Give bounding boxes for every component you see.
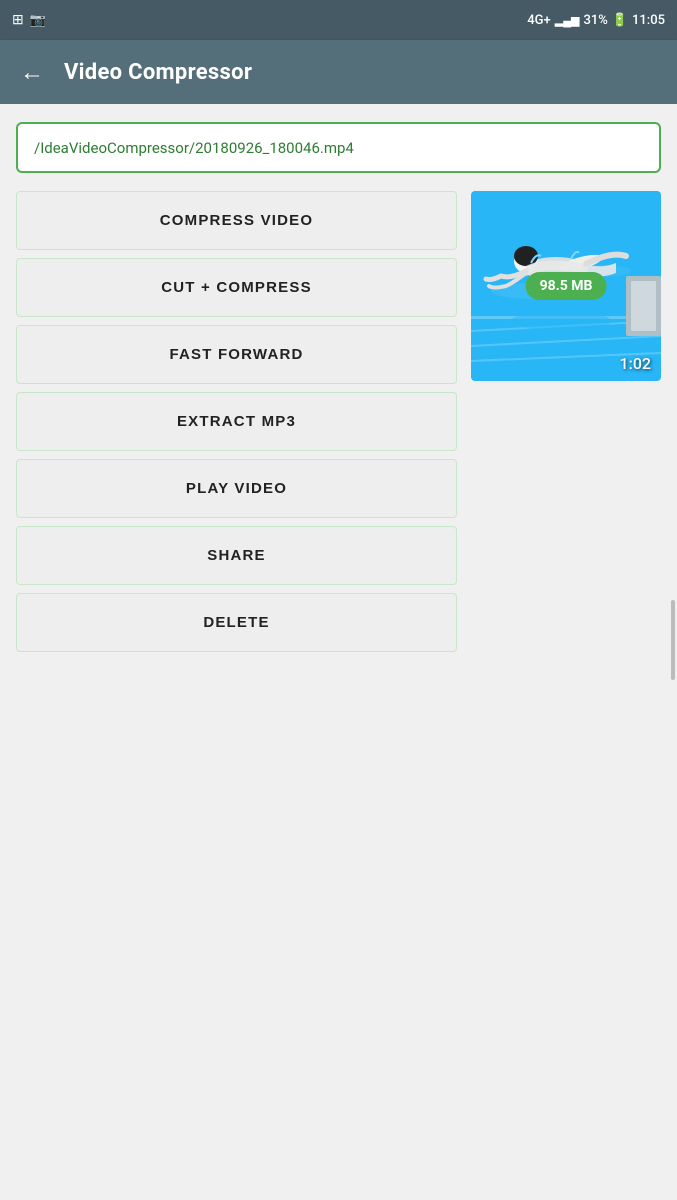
video-duration: 1:02 — [620, 354, 652, 373]
delete-button[interactable]: DELETE — [16, 593, 457, 652]
thumbnail-column: 98.5 MB 1:02 — [471, 191, 661, 381]
file-size-badge: 98.5 MB — [526, 272, 607, 300]
grid-icon: ⊞ — [12, 12, 24, 28]
compress-video-button[interactable]: COMPRESS VIDEO — [16, 191, 457, 250]
app-bar: ← Video Compressor — [0, 40, 677, 104]
main-content: /IdeaVideoCompressor/20180926_180046.mp4… — [0, 104, 677, 1200]
battery-level: 31% — [583, 13, 607, 28]
share-button[interactable]: SHARE — [16, 526, 457, 585]
cut-compress-button[interactable]: CUT + COMPRESS — [16, 258, 457, 317]
content-row: COMPRESS VIDEO CUT + COMPRESS FAST FORWA… — [16, 191, 661, 652]
app-title: Video Compressor — [64, 60, 252, 85]
video-thumbnail[interactable]: 98.5 MB 1:02 — [471, 191, 661, 381]
clock: 11:05 — [632, 13, 665, 28]
file-path-container: /IdeaVideoCompressor/20180926_180046.mp4 — [16, 122, 661, 173]
status-left: ⊞ 📷 — [12, 12, 46, 28]
file-path-text: /IdeaVideoCompressor/20180926_180046.mp4 — [34, 139, 354, 157]
battery-icon: 🔋 — [612, 13, 628, 28]
signal-bars: ▂▄▆ — [555, 14, 580, 27]
back-button[interactable]: ← — [16, 56, 48, 88]
status-right: 4G+ ▂▄▆ 31% 🔋 11:05 — [527, 13, 665, 28]
buttons-column: COMPRESS VIDEO CUT + COMPRESS FAST FORWA… — [16, 191, 457, 652]
play-video-button[interactable]: PLAY VIDEO — [16, 459, 457, 518]
camera-icon: 📷 — [30, 13, 46, 28]
scrollbar[interactable] — [671, 600, 675, 680]
extract-mp3-button[interactable]: EXTRACT MP3 — [16, 392, 457, 451]
fast-forward-button[interactable]: FAST FORWARD — [16, 325, 457, 384]
status-bar: ⊞ 📷 4G+ ▂▄▆ 31% 🔋 11:05 — [0, 0, 677, 40]
network-type: 4G+ — [527, 13, 550, 28]
